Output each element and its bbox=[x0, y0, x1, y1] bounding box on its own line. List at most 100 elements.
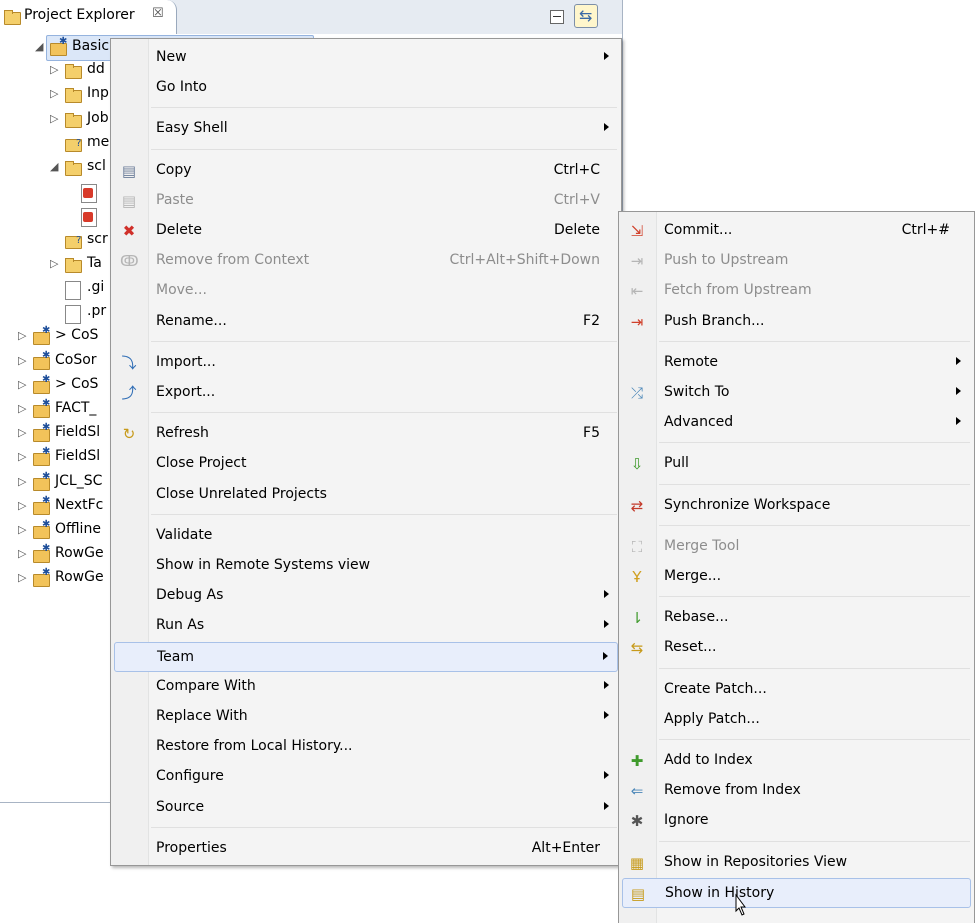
menu-item-rebase[interactable]: ⇂ Rebase... bbox=[622, 603, 971, 633]
menu-item-label: Push Branch... bbox=[664, 312, 765, 329]
collapsed-twisty-icon[interactable]: ▷ bbox=[18, 426, 26, 439]
menu-item-label: Apply Patch... bbox=[664, 710, 760, 727]
menu-item-export[interactable]: ⤴ Export... bbox=[114, 378, 618, 408]
menu-item-rename[interactable]: Rename... F2 bbox=[114, 307, 618, 337]
menu-item-switch-to[interactable]: ⤮ Switch To bbox=[622, 378, 971, 408]
menu-item-label: Push to Upstream bbox=[664, 252, 789, 269]
menu-item-label: Paste bbox=[156, 191, 194, 208]
tree-item-icon bbox=[50, 36, 68, 56]
expanded-twisty-icon[interactable]: ◢ bbox=[50, 160, 58, 173]
menu-item-properties[interactable]: Properties Alt+Enter bbox=[114, 834, 618, 864]
menu-item-label: Remove from Index bbox=[664, 782, 801, 799]
submenu-arrow-icon bbox=[604, 620, 609, 629]
tree-item-icon bbox=[33, 325, 51, 346]
add-index-icon: ✚ bbox=[630, 752, 644, 770]
menu-item-remove-from-index[interactable]: ⇐ Remove from Index bbox=[622, 776, 971, 806]
tree-item-icon bbox=[65, 136, 83, 152]
collapsed-twisty-icon[interactable]: ▷ bbox=[18, 329, 26, 342]
menu-item-go-into[interactable]: Go Into bbox=[114, 73, 618, 103]
menu-item-label: Ignore bbox=[664, 812, 709, 829]
collapsed-twisty-icon[interactable]: ▷ bbox=[18, 354, 26, 367]
menu-item-show-in-repositories-view[interactable]: ▦ Show in Repositories View bbox=[622, 848, 971, 878]
menu-item-ignore[interactable]: ✱ Ignore bbox=[622, 806, 971, 836]
menu-item-push-branch[interactable]: ⇥ Push Branch... bbox=[622, 307, 971, 337]
collapse-all-button[interactable] bbox=[545, 4, 569, 28]
menu-item-copy[interactable]: ▤ Copy Ctrl+C bbox=[114, 156, 618, 186]
menu-item-import[interactable]: ⤵ Import... bbox=[114, 348, 618, 378]
link-with-editor-button[interactable]: ⇆ bbox=[574, 4, 598, 28]
collapsed-twisty-icon[interactable]: ▷ bbox=[18, 571, 26, 584]
collapsed-twisty-icon[interactable]: ▷ bbox=[50, 87, 58, 100]
paste-icon: ▤ bbox=[121, 191, 137, 210]
tree-item-label: NextFc bbox=[55, 496, 104, 513]
menu-item-apply-patch[interactable]: Apply Patch... bbox=[622, 705, 971, 735]
remove-context-icon: ↂ bbox=[120, 252, 139, 271]
tree-item-label: FieldSl bbox=[55, 424, 101, 441]
collapsed-twisty-icon[interactable]: ▷ bbox=[18, 547, 26, 560]
menu-item-validate[interactable]: Validate bbox=[114, 521, 618, 551]
collapsed-twisty-icon[interactable]: ▷ bbox=[18, 499, 26, 512]
synchronize-icon: ⇄ bbox=[630, 496, 644, 515]
menu-item-show-in-remote-systems-view[interactable]: Show in Remote Systems view bbox=[114, 551, 618, 581]
collapsed-twisty-icon[interactable]: ▷ bbox=[50, 112, 58, 125]
menu-item-commit[interactable]: ⇲ Commit... Ctrl+# bbox=[622, 216, 971, 246]
submenu-arrow-icon bbox=[604, 52, 609, 60]
tab-title: Project Explorer bbox=[24, 7, 135, 23]
menu-separator bbox=[659, 739, 970, 740]
push-branch-icon: ⇥ bbox=[630, 312, 644, 331]
menu-item-close-unrelated-projects[interactable]: Close Unrelated Projects bbox=[114, 480, 618, 510]
tree-item-icon bbox=[33, 398, 51, 418]
menu-item-label: Close Project bbox=[156, 455, 247, 472]
project-icon bbox=[33, 471, 51, 491]
delete-icon: ✖ bbox=[122, 222, 136, 240]
submenu-arrow-icon bbox=[604, 123, 609, 132]
tree-item-label: > CoS bbox=[55, 327, 99, 344]
menu-item-advanced[interactable]: Advanced bbox=[622, 408, 971, 438]
collapsed-twisty-icon[interactable]: ▷ bbox=[50, 63, 58, 76]
collapsed-twisty-icon[interactable]: ▷ bbox=[18, 402, 26, 415]
menu-item-label: Go Into bbox=[156, 79, 207, 96]
menu-separator bbox=[659, 483, 970, 485]
project-explorer-tab[interactable]: Project Explorer ☒ bbox=[0, 0, 177, 34]
menu-item-replace-with[interactable]: Replace With bbox=[114, 702, 618, 732]
close-tab-icon[interactable]: ☒ bbox=[152, 6, 164, 21]
menu-item-reset[interactable]: ⇆ Reset... bbox=[622, 633, 971, 663]
collapsed-twisty-icon[interactable]: ▷ bbox=[18, 378, 26, 391]
link-with-editor-icon: ⇆ bbox=[579, 6, 593, 25]
menu-item-easy-shell[interactable]: Easy Shell bbox=[114, 114, 618, 144]
menu-item-remote[interactable]: Remote bbox=[622, 348, 971, 378]
menu-item-run-as[interactable]: Run As bbox=[114, 611, 618, 641]
menu-item-configure[interactable]: Configure bbox=[114, 762, 618, 792]
menu-item-refresh[interactable]: ↻ Refresh F5 bbox=[114, 419, 618, 449]
project-icon bbox=[33, 422, 51, 443]
tree-item-icon bbox=[33, 350, 51, 370]
menu-item-synchronize-workspace[interactable]: ⇄ Synchronize Workspace bbox=[622, 491, 971, 521]
menu-item-create-patch[interactable]: Create Patch... bbox=[622, 675, 971, 705]
menu-item-delete[interactable]: ✖ Delete Delete bbox=[114, 216, 618, 246]
menu-item-compare-with[interactable]: Compare With bbox=[114, 672, 618, 702]
collapsed-twisty-icon[interactable]: ▷ bbox=[50, 257, 58, 270]
menu-item-add-to-index[interactable]: ✚ Add to Index bbox=[622, 746, 971, 776]
menu-item-team[interactable]: Team bbox=[114, 641, 618, 672]
menu-item-label: Team bbox=[157, 648, 195, 665]
menu-item-new[interactable]: New bbox=[114, 43, 618, 73]
collapsed-twisty-icon[interactable]: ▷ bbox=[18, 450, 26, 463]
menu-item-pull[interactable]: ⇩ Pull bbox=[622, 449, 971, 479]
tree-item-label: CoSor bbox=[55, 351, 97, 368]
menu-separator bbox=[659, 442, 970, 444]
menu-item-close-project[interactable]: Close Project bbox=[114, 449, 618, 479]
menu-item-debug-as[interactable]: Debug As bbox=[114, 581, 618, 611]
menu-item-remove-from-context: ↂ Remove from Context Ctrl+Alt+Shift+Down bbox=[114, 246, 618, 276]
collapsed-twisty-icon[interactable]: ▷ bbox=[18, 523, 26, 536]
menu-item-restore-from-local-history[interactable]: Restore from Local History... bbox=[114, 732, 618, 762]
submenu-arrow-icon bbox=[604, 680, 609, 689]
project-icon bbox=[33, 567, 51, 588]
menu-item-merge[interactable]: Ұ Merge... bbox=[622, 562, 971, 592]
menu-item-show-in-history[interactable]: ▤ Show in History bbox=[622, 877, 971, 908]
menu-item-source[interactable]: Source bbox=[114, 793, 618, 823]
expanded-twisty-icon[interactable]: ◢ bbox=[35, 40, 43, 53]
collapsed-twisty-icon[interactable]: ▷ bbox=[18, 475, 26, 488]
project-explorer-icon bbox=[4, 9, 22, 25]
menu-item-label: Rename... bbox=[156, 312, 227, 329]
refresh-icon: ↻ bbox=[122, 425, 136, 444]
